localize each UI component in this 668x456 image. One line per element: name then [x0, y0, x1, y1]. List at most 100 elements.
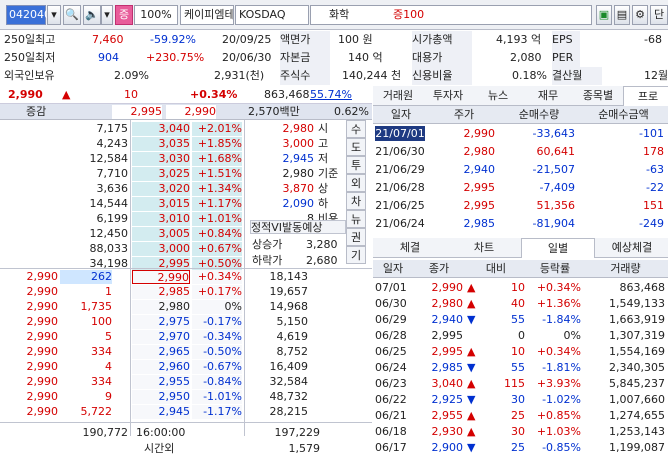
value-shares: 140,244 천: [342, 69, 402, 82]
bid-rate: -0.84%: [192, 375, 242, 389]
tab-1[interactable]: 투자자: [423, 86, 473, 106]
bid-price: 2,960: [132, 360, 190, 374]
close-time: 16:00:00: [136, 426, 186, 439]
stock-name[interactable]: 케이피엠테크: [180, 5, 234, 25]
speaker-dropdown-icon[interactable]: ▾: [101, 5, 113, 25]
ask-qty: 12,584: [60, 152, 128, 166]
value-capital: 140 억: [348, 51, 383, 64]
price-header: 2,990 ▲ 10 +0.34% 863,468 55.74%: [0, 86, 372, 104]
market-label: KOSDAQ: [235, 5, 309, 25]
investor-cell: 2,980: [463, 145, 496, 158]
chart-tab-0[interactable]: 체결: [373, 238, 447, 258]
bid-rate: +0.17%: [192, 285, 242, 299]
side-tab-6[interactable]: 권: [346, 228, 366, 246]
ask-price: 3,025: [132, 167, 190, 181]
side-tab-1[interactable]: 도: [346, 138, 366, 156]
chart-tab-1[interactable]: 차트: [447, 238, 521, 258]
side-tab-4[interactable]: 차: [346, 192, 366, 210]
ask-qty: 4,243: [60, 137, 128, 151]
ask-rate: +1.34%: [192, 182, 242, 196]
tab-3[interactable]: 재무: [523, 86, 573, 106]
tab-4[interactable]: 종목별: [573, 86, 623, 106]
stock-code-input[interactable]: 042040: [6, 5, 51, 25]
up-arrow-icon: ▲: [467, 297, 476, 310]
single-button[interactable]: 단: [650, 5, 668, 25]
daily-rate: -1.02%: [542, 393, 581, 406]
search-icon[interactable]: 🔍: [63, 5, 81, 25]
daily-change: 30: [511, 393, 525, 406]
stock-info-bar: 화학 증100: [310, 5, 592, 25]
daily-rate: +1.36%: [536, 297, 581, 310]
investor-tabs: 거래원 투자자 뉴스 재무 종목별 프로: [373, 86, 668, 106]
daily-close: 2,985: [431, 361, 464, 374]
investor-cell: 2,995: [463, 199, 496, 212]
speaker-icon[interactable]: 🔈: [83, 5, 101, 25]
investor-table: 일자 주가 순매수량 순매수금액 21/07/01 2,990 -33,643 -101 21/…: [373, 106, 668, 236]
code-dropdown-icon[interactable]: ▾: [47, 5, 61, 25]
daily-volume: 5,845,237: [609, 377, 665, 390]
up-arrow-icon: ▲: [467, 345, 476, 358]
vi-up-value: 3,280: [306, 238, 338, 251]
ask-rate: +0.67%: [192, 242, 242, 256]
ask-rate: +1.51%: [192, 167, 242, 181]
tick-qty: 9: [105, 390, 112, 403]
daily-close: 2,925: [431, 393, 464, 406]
daily-close: 2,930: [431, 425, 464, 438]
side-tab-3[interactable]: 외: [346, 174, 366, 192]
daily-close: 2,995: [431, 329, 464, 342]
tick-price: 2,990: [26, 375, 59, 388]
daily-date: 06/21: [375, 409, 407, 422]
side-tab-0[interactable]: 수: [346, 120, 366, 138]
label-credit: 신용비율: [412, 67, 472, 85]
tick-price: 2,990: [26, 345, 59, 358]
trade-amount: 2,570백만: [248, 105, 300, 118]
bid-top-price: 2,990: [166, 105, 216, 119]
bid-price: 2,965: [132, 345, 190, 359]
ask-rate: +1.17%: [192, 197, 242, 211]
daily-change: 0: [518, 329, 525, 342]
ask-qty: 12,450: [60, 227, 128, 241]
ohlc-value: 3,000: [282, 137, 315, 150]
ask-price: 3,000: [132, 242, 190, 256]
tick-price: 2,990: [26, 330, 59, 343]
side-tab-2[interactable]: 투: [346, 156, 366, 174]
daily-date: 06/24: [375, 361, 407, 374]
daily-change: 10: [511, 281, 525, 294]
daily-date: 06/30: [375, 297, 407, 310]
label-par: 액면가: [280, 31, 330, 49]
value-foreign-shares: 2,931(천): [214, 69, 265, 82]
value-mktcap: 4,193 억: [496, 33, 542, 46]
excel-icon[interactable]: ▣: [596, 5, 612, 25]
clipboard-icon[interactable]: ▤: [614, 5, 630, 25]
daily-date: 06/28: [375, 329, 407, 342]
margin-label: 증100: [393, 8, 425, 21]
down-arrow-icon: ▼: [467, 393, 476, 406]
tab-0[interactable]: 거래원: [373, 86, 423, 106]
bid-rate: -0.50%: [192, 345, 242, 359]
investor-cell: 2,990: [463, 127, 496, 140]
tab-2[interactable]: 뉴스: [473, 86, 523, 106]
side-tab-5[interactable]: 뉴: [346, 210, 366, 228]
daily-volume: 1,663,919: [609, 313, 665, 326]
side-tab-7[interactable]: 기: [346, 246, 366, 264]
label-foreign: 외국인보유: [4, 69, 55, 82]
after-hours-value: 1,579: [288, 442, 321, 455]
tab-5[interactable]: 프로: [623, 86, 668, 106]
investor-cell: 60,641: [536, 145, 576, 158]
down-arrow-icon: ▼: [467, 441, 476, 454]
tick-qty: 100: [91, 315, 112, 328]
investor-cell: 51,356: [536, 199, 576, 212]
status-badge: 증: [115, 5, 133, 25]
bid-price: 2,990: [132, 270, 190, 284]
value-high250: 7,460: [92, 33, 124, 46]
value-fiscal: 12월: [644, 69, 668, 82]
chart-tab-3[interactable]: 예상체결: [595, 238, 668, 258]
daily-volume: 1,007,660: [609, 393, 665, 406]
gear-icon[interactable]: ⚙: [632, 5, 648, 25]
tick-price: 2,990: [26, 390, 59, 403]
chart-tabs: 체결 차트 일별 예상체결: [373, 238, 668, 258]
vi-down-label: 하락가: [252, 254, 283, 267]
daily-volume: 1,274,655: [609, 409, 665, 422]
ohlc-value: 2,980: [282, 167, 315, 180]
chart-tab-2[interactable]: 일별: [521, 238, 595, 258]
